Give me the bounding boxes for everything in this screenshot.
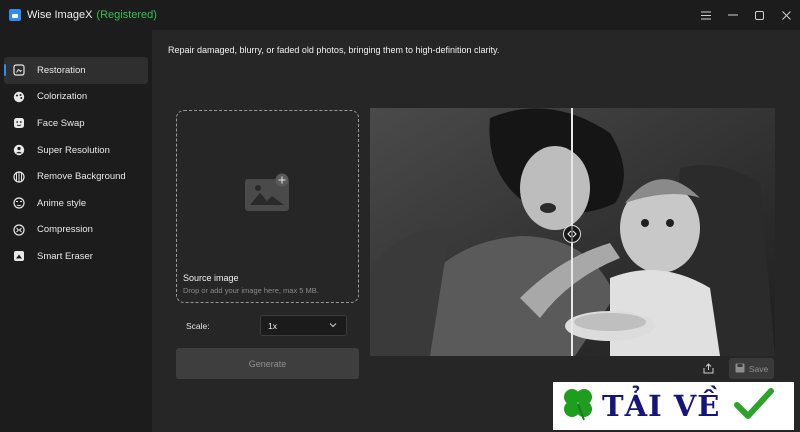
- clover-icon: [558, 384, 598, 429]
- sidebar: Restoration Colorization Face Swap Super…: [0, 30, 152, 432]
- compression-icon: [12, 223, 26, 237]
- sidebar-item-label: Super Resolution: [37, 144, 110, 156]
- save-icon: [735, 363, 745, 375]
- sidebar-item-label: Smart Eraser: [37, 250, 93, 262]
- sidebar-item-compression[interactable]: Compression: [4, 217, 148, 244]
- sidebar-item-colorization[interactable]: Colorization: [4, 84, 148, 111]
- sidebar-item-label: Compression: [37, 224, 93, 236]
- generate-button[interactable]: Generate: [176, 348, 359, 379]
- checkmark-icon: [734, 387, 775, 426]
- scale-value: 1x: [268, 320, 277, 331]
- sidebar-item-restoration[interactable]: Restoration: [4, 57, 148, 84]
- sidebar-item-label: Anime style: [37, 197, 87, 209]
- watermark-text: TẢI VỀ: [602, 389, 721, 423]
- source-image-dropzone[interactable]: Source image Drop or add your image here…: [176, 110, 359, 303]
- hamburger-icon[interactable]: [692, 0, 719, 30]
- sidebar-item-label: Restoration: [37, 64, 86, 76]
- anime-icon: [12, 196, 26, 210]
- scale-select[interactable]: 1x: [260, 315, 347, 336]
- remove-background-icon: [12, 170, 26, 184]
- maximize-icon[interactable]: [746, 0, 773, 30]
- dropzone-title: Source image: [183, 273, 239, 283]
- main-panel: Repair damaged, blurry, or faded old pho…: [152, 30, 800, 432]
- feature-description: Repair damaged, blurry, or faded old pho…: [168, 45, 500, 55]
- chevron-down-icon: [329, 321, 337, 331]
- watermark-banner: TẢI VỀ: [553, 382, 794, 430]
- sidebar-item-anime-style[interactable]: Anime style: [4, 190, 148, 217]
- add-image-icon[interactable]: [245, 173, 291, 211]
- eraser-icon: [12, 249, 26, 263]
- sidebar-item-remove-background[interactable]: Remove Background: [4, 163, 148, 190]
- app-logo-icon: [9, 9, 21, 21]
- sidebar-item-label: Remove Background: [37, 171, 126, 183]
- title-bar: Wise ImageX (Registered): [0, 0, 800, 30]
- sidebar-item-super-resolution[interactable]: Super Resolution: [4, 137, 148, 164]
- image-preview[interactable]: [370, 108, 775, 356]
- palette-icon: [12, 90, 26, 104]
- minimize-icon[interactable]: [719, 0, 746, 30]
- sidebar-item-label: Colorization: [37, 91, 88, 103]
- restoration-icon: [12, 63, 26, 77]
- compare-handle-icon[interactable]: [563, 225, 581, 243]
- save-label: Save: [748, 363, 769, 374]
- share-icon[interactable]: [700, 360, 716, 376]
- person-badge-icon: [12, 143, 26, 157]
- sidebar-item-face-swap[interactable]: Face Swap: [4, 110, 148, 137]
- sidebar-item-smart-eraser[interactable]: Smart Eraser: [4, 243, 148, 270]
- registration-status: (Registered): [96, 9, 157, 21]
- window-controls: [692, 0, 800, 30]
- face-icon: [12, 116, 26, 130]
- close-icon[interactable]: [773, 0, 800, 30]
- app-title: Wise ImageX: [27, 9, 93, 21]
- scale-label: Scale:: [186, 321, 210, 331]
- sidebar-item-label: Face Swap: [37, 117, 85, 129]
- dropzone-hint: Drop or add your image here, max 5 MB.: [183, 286, 319, 295]
- save-button[interactable]: Save: [729, 358, 774, 379]
